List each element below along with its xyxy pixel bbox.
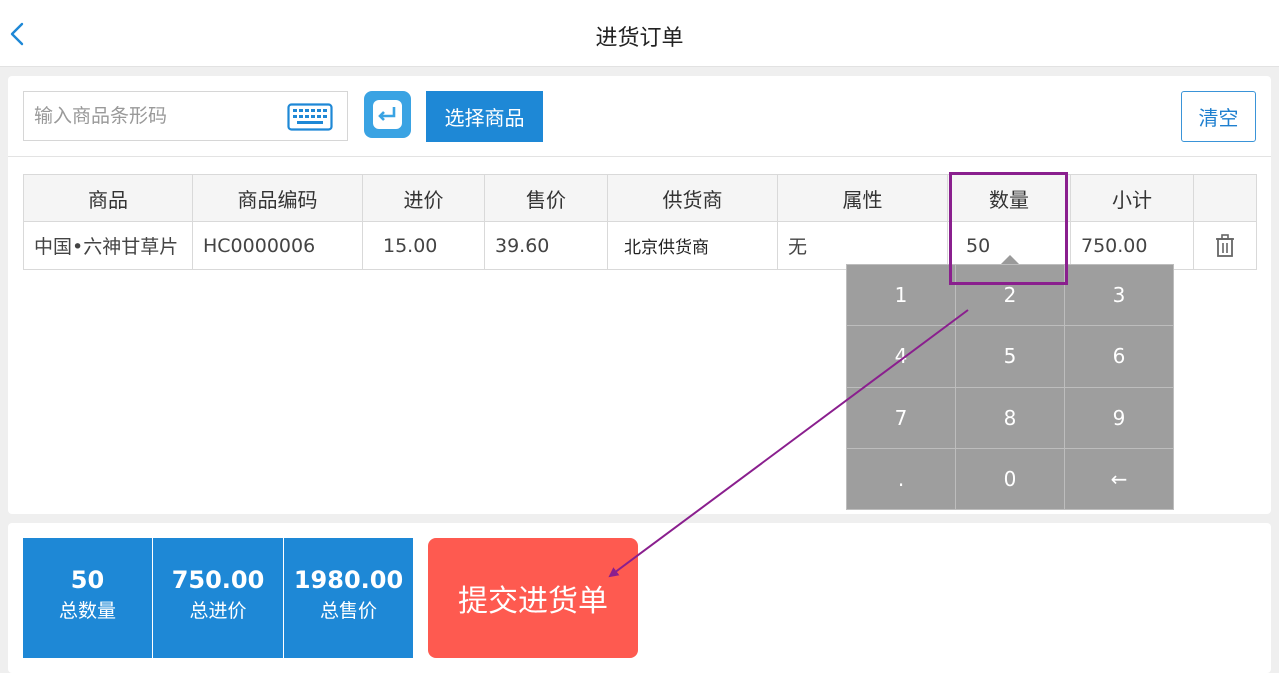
select-product-button[interactable]: 选择商品 [426,91,543,142]
key-dot[interactable]: . [847,448,955,509]
column-header-supplier: 供货商 [607,174,778,222]
column-header-subtotal: 小计 [1070,174,1194,222]
barcode-input[interactable] [24,92,274,140]
cell-subtotal: 750.00 [1070,221,1194,270]
total-cost-stat: 750.00 总进价 [153,538,283,658]
column-header-purchase-price: 进价 [362,174,485,222]
keyboard-icon[interactable] [287,103,333,131]
total-quantity-value: 50 [70,566,105,594]
column-header-product: 商品 [23,174,193,222]
enter-button[interactable] [364,91,411,138]
table-header-row: 商品 商品编码 进价 售价 供货商 属性 数量 小计 [23,174,1257,222]
total-sale-value: 1980.00 [293,566,404,594]
column-header-quantity: 数量 [947,174,1071,222]
cell-product: 中国•六神甘草片 [23,221,193,270]
total-quantity-label: 总数量 [58,600,116,622]
clear-button[interactable]: 清空 [1181,91,1256,142]
table-row: 中国•六神甘草片 HC0000006 15.00 39.60 北京供货商 无 5… [23,221,1257,270]
cell-code: HC0000006 [192,221,363,270]
key-backspace[interactable]: ← [1065,448,1173,509]
cell-purchase-price[interactable]: 15.00 [362,221,485,270]
key-6[interactable]: 6 [1065,326,1173,387]
key-0[interactable]: 0 [956,448,1064,509]
key-2[interactable]: 2 [956,265,1064,326]
cell-supplier[interactable]: 北京供货商 [607,221,778,270]
key-4[interactable]: 4 [847,326,955,387]
total-quantity-stat: 50 总数量 [23,538,152,658]
key-7[interactable]: 7 [847,387,955,448]
enter-return-icon [373,100,402,129]
barcode-search-box [23,91,348,141]
column-header-code: 商品编码 [192,174,363,222]
key-1[interactable]: 1 [847,265,955,326]
column-header-actions [1193,174,1257,222]
summary-card: 50 总数量 750.00 总进价 1980.00 总售价 提交进货单 [8,523,1271,673]
total-cost-value: 750.00 [171,566,265,594]
cell-sale-price[interactable]: 39.60 [484,221,608,270]
order-table: 商品 商品编码 进价 售价 供货商 属性 数量 小计 中国•六神甘草片 HC00… [23,174,1257,270]
page-title: 进货订单 [595,26,684,51]
total-sale-label: 总售价 [319,600,377,622]
numpad-caret [1001,255,1019,264]
total-cost-label: 总进价 [189,600,247,622]
key-8[interactable]: 8 [956,387,1064,448]
divider [8,156,1271,157]
numeric-keypad: 1 2 3 4 5 6 7 8 9 . 0 ← [846,264,1174,510]
cell-delete [1193,221,1257,270]
column-header-attribute: 属性 [777,174,948,222]
submit-purchase-order-button[interactable]: 提交进货单 [428,538,638,658]
column-header-sale-price: 售价 [484,174,608,222]
key-9[interactable]: 9 [1065,387,1173,448]
trash-icon[interactable] [1214,233,1236,259]
key-5[interactable]: 5 [956,326,1064,387]
key-3[interactable]: 3 [1065,265,1173,326]
cell-attribute[interactable]: 无 [777,221,948,270]
header-bar: 进货订单 [0,0,1279,67]
total-sale-stat: 1980.00 总售价 [284,538,413,658]
